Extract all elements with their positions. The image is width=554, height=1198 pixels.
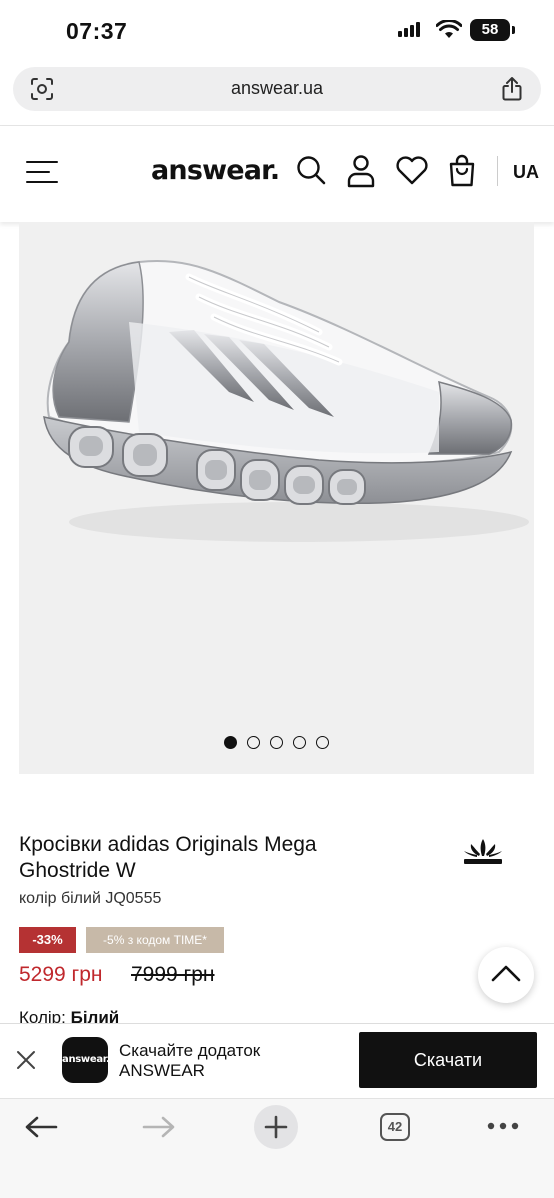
carousel-dot-4[interactable] (293, 736, 306, 749)
cellular-signal-icon (398, 22, 420, 37)
wifi-icon (436, 20, 462, 38)
sale-price: 5299 грн (19, 963, 103, 986)
cart-icon[interactable] (448, 154, 476, 188)
new-tab-button[interactable] (254, 1105, 298, 1149)
discount-badge: -33% (19, 927, 76, 953)
header-separator (497, 156, 498, 186)
menu-icon[interactable] (26, 159, 58, 185)
original-price: 7999 грн (131, 963, 215, 986)
url-text[interactable]: answear.ua (13, 78, 541, 99)
status-time: 07:37 (66, 18, 128, 44)
tab-switcher[interactable]: 42 (380, 1113, 410, 1141)
product-sneaker-image (43, 260, 529, 542)
address-bar[interactable]: answear.ua (13, 67, 541, 111)
status-bar: 07:37 58 (0, 0, 554, 62)
new-tab-icon (264, 1115, 288, 1139)
account-icon[interactable] (346, 154, 376, 188)
product-title: Кросівки adidas Originals Mega Ghostride… (19, 833, 317, 882)
battery-tip (512, 26, 515, 34)
wishlist-icon[interactable] (395, 154, 429, 186)
scroll-to-top-button[interactable] (478, 947, 534, 1003)
share-icon[interactable] (501, 76, 523, 102)
carousel-dot-5[interactable] (316, 736, 329, 749)
more-icon[interactable] (486, 1121, 520, 1131)
banner-text: Скачайте додаток ANSWEAR (119, 1041, 260, 1081)
carousel-dot-2[interactable] (247, 736, 260, 749)
close-icon[interactable] (14, 1048, 38, 1072)
search-icon[interactable] (295, 154, 327, 186)
language-switcher[interactable]: UA (513, 162, 539, 183)
app-logo-icon: answear. (62, 1037, 110, 1083)
carousel-dot-1[interactable] (224, 736, 237, 749)
chevron-up-icon (491, 965, 521, 982)
site-header: answear. UA (0, 126, 554, 222)
product-color-code: колір білий JQ0555 (19, 890, 162, 907)
site-logo[interactable]: answear. (151, 155, 280, 186)
carousel-dot-3[interactable] (270, 736, 283, 749)
download-app-button[interactable]: Скачати (359, 1032, 537, 1088)
image-carousel-dots (19, 736, 534, 749)
browser-toolbar: 42 (0, 1098, 554, 1198)
banner-line-2: ANSWEAR (119, 1061, 205, 1080)
back-icon[interactable] (24, 1115, 58, 1139)
forward-icon[interactable] (142, 1115, 176, 1139)
promo-code-badge: -5% з кодом TIME* (86, 927, 224, 953)
banner-line-1: Скачайте додаток (119, 1041, 261, 1060)
adidas-logo-icon[interactable] (463, 838, 503, 866)
battery-indicator: 58 (470, 19, 510, 41)
app-download-banner: answear. Скачайте додаток ANSWEAR Скачат… (0, 1023, 554, 1098)
product-image-gallery[interactable] (19, 222, 534, 774)
